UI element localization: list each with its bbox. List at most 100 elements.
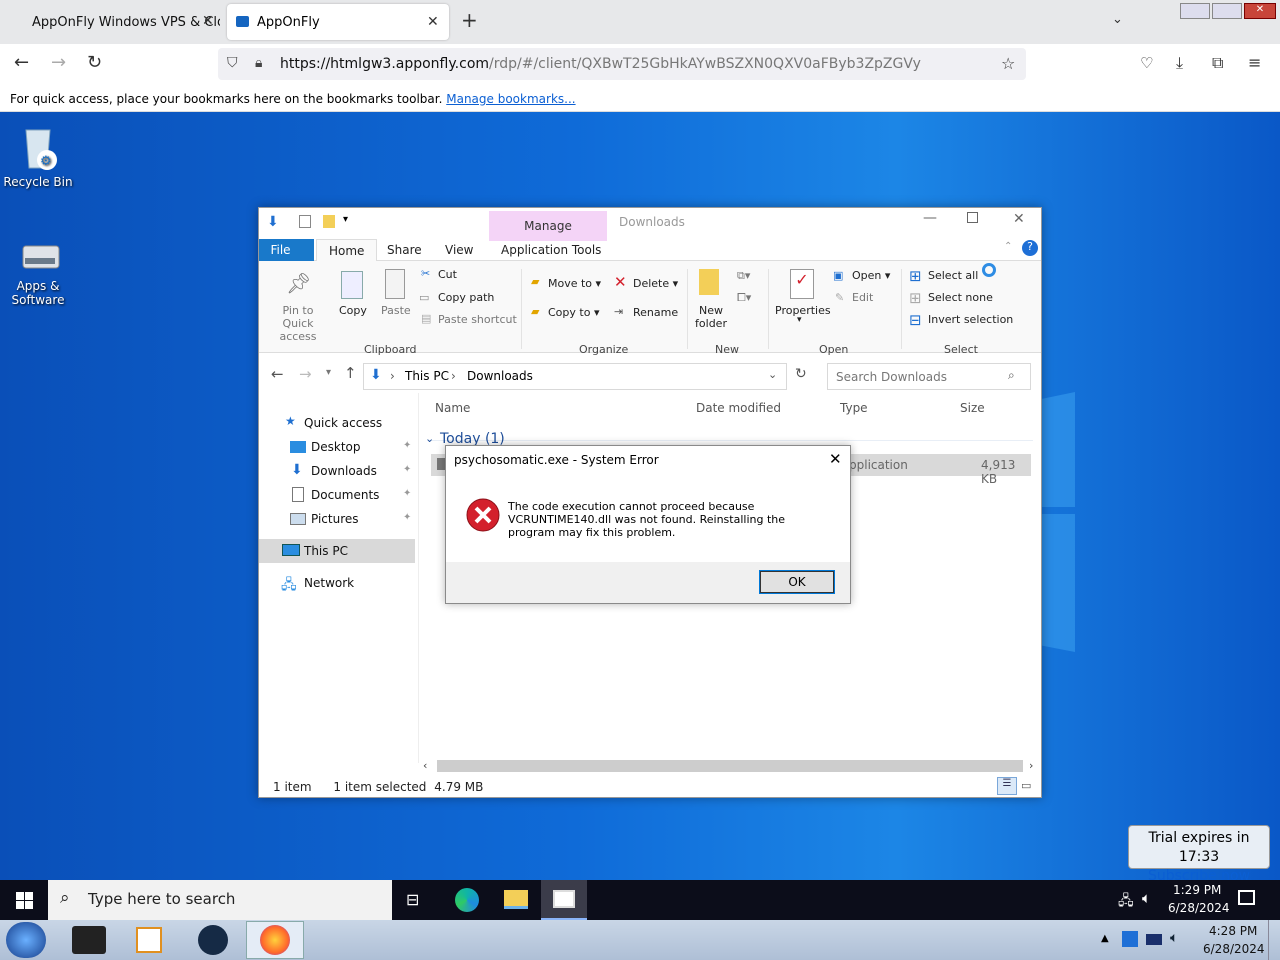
manage-context-tab[interactable]: Manage bbox=[489, 211, 607, 241]
tab-list-icon[interactable]: ⌄ bbox=[1112, 12, 1123, 27]
nav-network[interactable]: Network bbox=[286, 573, 354, 595]
tab-file[interactable]: File bbox=[259, 239, 314, 261]
column-size[interactable]: Size bbox=[960, 401, 985, 415]
maximize-button[interactable] bbox=[967, 212, 978, 223]
move-to-button[interactable]: Move to ▾ bbox=[548, 277, 601, 290]
nav-this-pc[interactable]: This PC bbox=[286, 541, 348, 563]
breadcrumb-downloads[interactable]: Downloads bbox=[467, 369, 533, 383]
tab-home[interactable]: Home bbox=[316, 239, 378, 261]
show-desktop-button[interactable] bbox=[1268, 920, 1280, 960]
customize-qat-icon[interactable]: ▾ bbox=[343, 214, 348, 225]
tab-application-tools[interactable]: Application Tools bbox=[489, 239, 613, 261]
recycle-bin-desktop-icon[interactable]: ⚙ Recycle Bin bbox=[2, 122, 74, 189]
copy-to-button[interactable]: Copy to ▾ bbox=[548, 306, 599, 319]
paste-shortcut-button[interactable]: Paste shortcut bbox=[438, 313, 517, 326]
properties-qat-icon[interactable] bbox=[299, 215, 311, 228]
edit-button[interactable]: Edit bbox=[852, 291, 873, 304]
windows-start-icon[interactable] bbox=[16, 892, 33, 909]
breadcrumb-this-pc[interactable]: This PC bbox=[405, 369, 449, 383]
nav-documents[interactable]: Documents bbox=[293, 485, 379, 507]
host-media-player-icon[interactable] bbox=[136, 927, 162, 953]
pin-to-quick-access-button[interactable]: Pin to Quick access bbox=[266, 304, 330, 343]
paste-button[interactable]: Paste bbox=[381, 304, 411, 317]
reload-icon[interactable]: ↻ bbox=[87, 52, 102, 73]
host-app-icon[interactable] bbox=[198, 925, 228, 955]
properties-dropdown-icon[interactable]: ▾ bbox=[797, 315, 802, 325]
forward-icon[interactable]: → bbox=[51, 52, 66, 73]
copy-button[interactable]: Copy bbox=[339, 304, 367, 317]
tab-share[interactable]: Share bbox=[375, 239, 434, 261]
lock-icon[interactable]: 🔒︎ bbox=[255, 55, 262, 71]
close-tab-icon[interactable]: ✕ bbox=[202, 13, 214, 29]
file-explorer-taskbar-icon[interactable] bbox=[504, 890, 528, 909]
cut-button[interactable]: Cut bbox=[438, 268, 457, 281]
host-time[interactable]: 4:28 PM bbox=[1209, 924, 1257, 938]
new-folder-button[interactable]: New folder bbox=[695, 304, 727, 330]
scroll-right-icon[interactable]: › bbox=[1029, 759, 1033, 772]
extensions-icon[interactable]: ⧉ bbox=[1212, 53, 1223, 73]
ok-button[interactable]: OK bbox=[759, 570, 835, 594]
column-date-modified[interactable]: Date modified bbox=[696, 401, 781, 415]
edge-icon[interactable] bbox=[455, 888, 479, 912]
horizontal-scrollbar[interactable] bbox=[437, 760, 1023, 772]
close-tab-icon[interactable]: ✕ bbox=[427, 14, 439, 30]
large-icons-view-icon[interactable]: ▭ bbox=[1021, 779, 1031, 792]
show-hidden-icons[interactable]: ▲ bbox=[1101, 933, 1109, 944]
up-icon[interactable]: ↑ bbox=[344, 364, 357, 382]
quick-access-arrow-icon[interactable]: ⬇ bbox=[267, 214, 279, 230]
column-type[interactable]: Type bbox=[840, 401, 868, 415]
bookmark-star-icon[interactable]: ☆ bbox=[1001, 54, 1015, 73]
nav-desktop[interactable]: Desktop bbox=[293, 437, 361, 459]
scroll-left-icon[interactable]: ‹ bbox=[423, 759, 427, 772]
notifications-icon[interactable] bbox=[1238, 890, 1255, 905]
host-terminal-icon[interactable] bbox=[72, 926, 106, 954]
group-collapse-icon[interactable]: ⌄ bbox=[425, 432, 434, 445]
new-tab-icon[interactable]: + bbox=[461, 8, 478, 32]
download-icon[interactable]: ⤓ bbox=[1176, 53, 1183, 73]
collapse-ribbon-icon[interactable]: ⌃ bbox=[1004, 241, 1012, 252]
forward-icon[interactable]: → bbox=[299, 365, 312, 383]
active-app-taskbar-button[interactable] bbox=[541, 880, 587, 920]
copy-path-button[interactable]: Copy path bbox=[438, 291, 494, 304]
close-button[interactable]: ✕ bbox=[1013, 211, 1025, 227]
nav-quick-access[interactable]: Quick access bbox=[286, 413, 382, 435]
pocket-icon[interactable]: ♡ bbox=[1140, 54, 1153, 72]
delete-button[interactable]: Delete ▾ bbox=[633, 277, 678, 290]
select-all-button[interactable]: Select all bbox=[928, 269, 978, 282]
host-network-icon[interactable] bbox=[1146, 934, 1162, 945]
help-icon[interactable]: ? bbox=[1022, 240, 1038, 256]
host-firefox-button[interactable] bbox=[246, 921, 304, 959]
task-view-icon[interactable]: ⊟ bbox=[406, 890, 419, 909]
minimize-button[interactable]: — bbox=[923, 210, 937, 226]
new-item-icon[interactable]: ⧉▾ bbox=[737, 269, 750, 283]
select-none-button[interactable]: Select none bbox=[928, 291, 993, 304]
open-button[interactable]: Open ▾ bbox=[852, 269, 890, 282]
manage-bookmarks-link[interactable]: Manage bookmarks... bbox=[446, 92, 575, 106]
network-tray-icon[interactable]: 🖧 bbox=[1118, 890, 1134, 914]
apps-software-desktop-icon[interactable]: Apps & Software bbox=[2, 240, 74, 307]
host-volume-icon[interactable]: 🔈︎ bbox=[1170, 930, 1178, 946]
back-icon[interactable]: ← bbox=[271, 365, 284, 383]
column-name[interactable]: Name bbox=[435, 401, 470, 415]
easy-access-icon[interactable]: ⧠▾ bbox=[737, 291, 751, 305]
back-icon[interactable]: ← bbox=[14, 52, 29, 73]
taskbar-time[interactable]: 1:29 PM bbox=[1173, 883, 1221, 897]
volume-tray-icon[interactable]: 🔈︎ bbox=[1142, 889, 1151, 907]
url-text[interactable]: https://htmlgw3.apponfly.com/rdp/#/clien… bbox=[280, 56, 921, 72]
nav-downloads[interactable]: Downloads bbox=[293, 461, 377, 483]
host-tray-icon[interactable] bbox=[1122, 931, 1138, 947]
rename-button[interactable]: Rename bbox=[633, 306, 678, 319]
search-input[interactable]: Search Downloads ⌕ bbox=[827, 363, 1031, 390]
dialog-close-icon[interactable]: ✕ bbox=[829, 450, 842, 468]
tab-apponfly-vps[interactable]: AppOnFly Windows VPS & Clo bbox=[14, 7, 220, 37]
host-start-orb-icon[interactable] bbox=[6, 922, 46, 958]
tab-apponfly[interactable]: AppOnFly ✕ bbox=[227, 4, 449, 40]
tab-view[interactable]: View bbox=[433, 239, 485, 261]
taskbar-search[interactable]: ⌕ Type here to search bbox=[48, 880, 392, 920]
host-date[interactable]: 6/28/2024 bbox=[1203, 942, 1265, 956]
recent-locations-icon[interactable]: ▾ bbox=[326, 367, 331, 378]
taskbar-date[interactable]: 6/28/2024 bbox=[1168, 901, 1230, 915]
address-dropdown-icon[interactable]: ⌄ bbox=[768, 368, 777, 381]
maximize-button[interactable] bbox=[1212, 3, 1242, 19]
refresh-icon[interactable]: ↻ bbox=[795, 366, 807, 382]
